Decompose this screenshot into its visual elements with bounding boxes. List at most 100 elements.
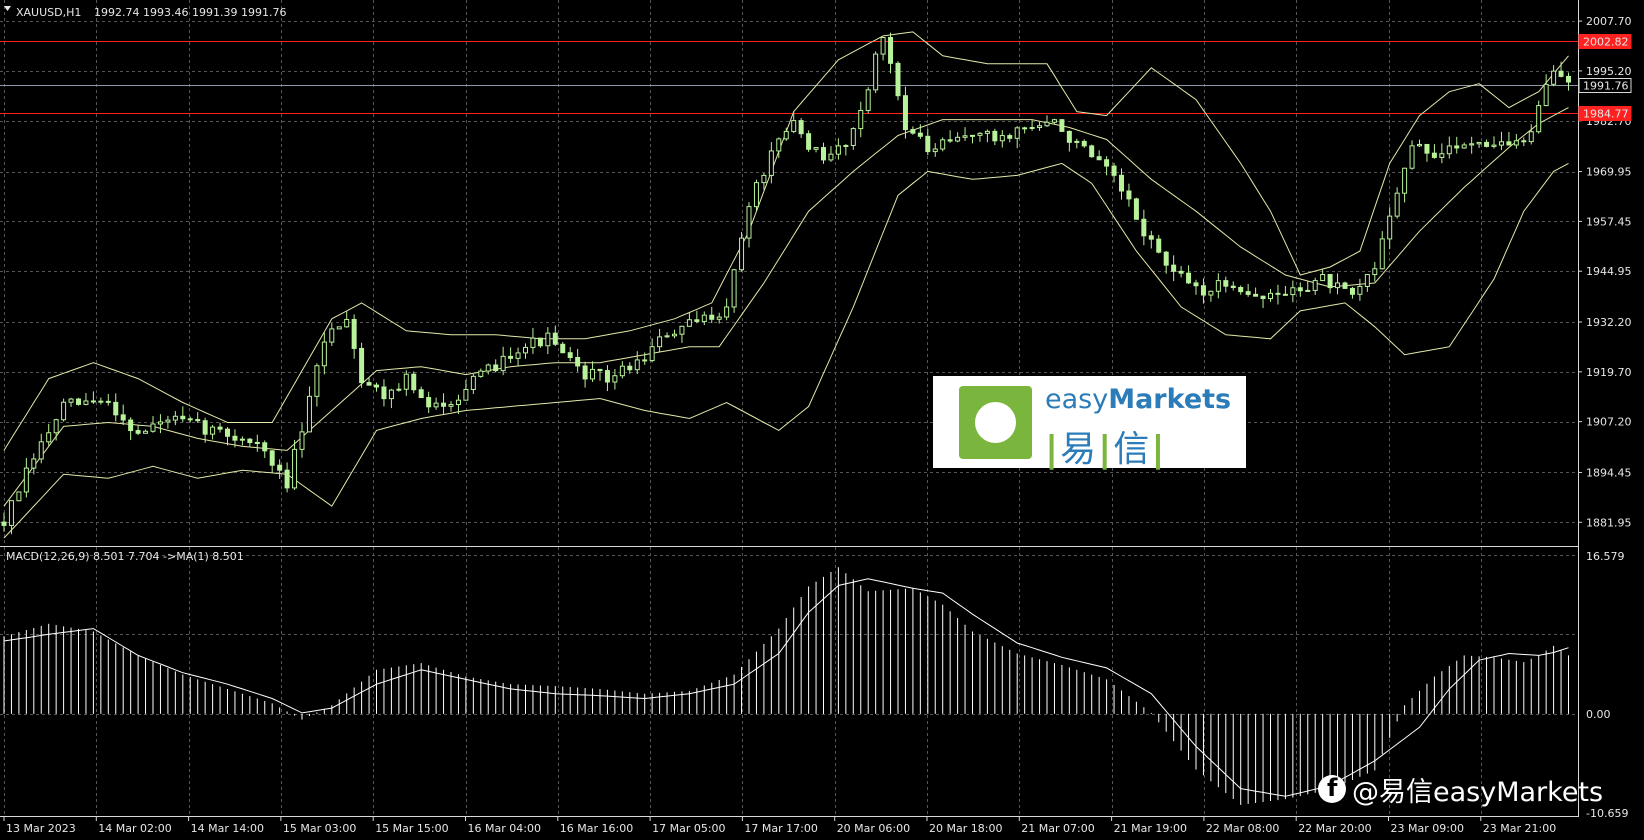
candle-body-down — [1186, 272, 1192, 284]
candle-body-up — [1074, 140, 1080, 143]
trading-chart[interactable]: 2007.701995.201982.701969.951957.451944.… — [0, 0, 1644, 840]
candle-body-up — [336, 326, 342, 330]
candle-body-down — [1260, 295, 1266, 300]
price-tick-label: 1932.20 — [1586, 316, 1632, 329]
candle-body-down — [1089, 145, 1095, 158]
candle-body-up — [83, 400, 89, 405]
ohlc-readout: 1992.74 1993.46 1991.39 1991.76 — [94, 6, 286, 19]
candle-body-up — [634, 359, 640, 371]
candle-body-down — [1119, 174, 1124, 192]
candle-body-up — [1551, 70, 1557, 85]
candle-body-up — [940, 139, 946, 150]
candle-body-up — [1290, 287, 1296, 296]
candle-body-up — [590, 368, 596, 380]
candle-body-down — [895, 62, 901, 97]
candle-body-down — [597, 368, 603, 372]
macd-label: MACD(12,26,9) 8.501 7.704 ->MA(1) 8.501 — [6, 550, 244, 563]
candle-body-up — [1268, 292, 1273, 300]
price-tick-label: 1995.20 — [1586, 65, 1632, 78]
candle-body-up — [388, 389, 394, 400]
candle-body-down — [910, 129, 916, 134]
candle-body-down — [1282, 293, 1288, 296]
candle-body-up — [1498, 141, 1504, 146]
candle-body-up — [61, 401, 67, 421]
price-level-label: 2002.82 — [1583, 36, 1629, 49]
candle-body-down — [418, 389, 424, 399]
candle-body-up — [731, 269, 737, 308]
price-tick-label: 1907.20 — [1586, 416, 1632, 429]
candle-body-down — [217, 426, 223, 430]
candle-body-up — [1029, 126, 1035, 129]
candle-body-up — [515, 352, 521, 359]
candle-body-up — [776, 138, 782, 152]
candle-body-down — [1506, 141, 1512, 146]
candle-body-down — [508, 355, 514, 359]
candle-body-down — [180, 415, 186, 420]
candle-body-down — [1253, 293, 1259, 297]
candle-body-up — [1014, 127, 1020, 139]
macd-tick-label: 0.00 — [1586, 708, 1611, 721]
candle-body-up — [970, 134, 975, 137]
candle-body-up — [724, 306, 730, 318]
time-tick-label: 22 Mar 20:00 — [1298, 822, 1371, 835]
price-level-label: 1991.76 — [1583, 80, 1629, 93]
candle-body-up — [768, 150, 774, 176]
candle-body-down — [381, 386, 387, 400]
candle-body-down — [202, 420, 208, 435]
candle-body-up — [835, 145, 841, 155]
candle-body-down — [1059, 119, 1065, 132]
candle-body-up — [38, 441, 44, 460]
candle-body-down — [359, 347, 365, 384]
candle-body-up — [984, 130, 990, 134]
candle-body-down — [254, 441, 260, 444]
candle-body-down — [1223, 280, 1229, 287]
candle-body-up — [716, 316, 722, 320]
candle-body-down — [1342, 282, 1348, 289]
candle-body-up — [485, 364, 491, 372]
candle-body-down — [902, 95, 908, 131]
candle-body-down — [1245, 291, 1251, 295]
candle-body-up — [23, 467, 29, 493]
candle-body-up — [1208, 290, 1214, 296]
candle-body-down — [1297, 287, 1303, 292]
time-tick-label: 15 Mar 03:00 — [283, 822, 356, 835]
candle-body-down — [232, 435, 238, 441]
candle-body-up — [657, 336, 663, 348]
candle-body-up — [1364, 274, 1370, 287]
price-level-label: 1984.77 — [1583, 108, 1629, 121]
candle-body-up — [746, 206, 752, 239]
candle-body-down — [560, 343, 566, 354]
time-tick-label: 15 Mar 15:00 — [375, 822, 448, 835]
candle-body-down — [187, 418, 193, 421]
time-tick-label: 20 Mar 18:00 — [929, 822, 1002, 835]
price-tick-label: 1881.95 — [1586, 516, 1632, 529]
candle-body-down — [582, 365, 588, 380]
candle-body-up — [873, 53, 879, 91]
candle-body-down — [1133, 198, 1139, 220]
candle-body-down — [76, 398, 81, 405]
candle-body-up — [858, 109, 864, 130]
price-tick-label: 1969.95 — [1586, 166, 1632, 179]
candle-body-down — [1484, 141, 1490, 147]
candle-body-up — [1215, 280, 1221, 292]
candle-body-down — [269, 450, 275, 466]
candle-body-up — [1476, 141, 1482, 145]
candle-body-down — [567, 352, 573, 358]
candle-body-up — [1417, 143, 1422, 147]
candle-body-down — [1349, 287, 1355, 295]
candle-body-down — [90, 400, 96, 403]
candle-body-down — [806, 133, 812, 150]
candle-body-up — [299, 431, 305, 450]
time-tick-label: 14 Mar 14:00 — [191, 822, 264, 835]
candle-body-down — [195, 419, 201, 422]
candle-body-up — [16, 491, 22, 502]
candle-body-up — [210, 426, 216, 435]
candle-body-up — [977, 132, 983, 136]
candle-body-up — [530, 337, 536, 348]
candle-body-down — [247, 438, 253, 443]
candle-body-down — [1431, 152, 1437, 158]
candle-body-up — [403, 373, 409, 390]
candle-body-up — [46, 432, 52, 443]
watermark-brand: easyMarkets — [1045, 384, 1232, 415]
candle-body-down — [627, 365, 633, 371]
